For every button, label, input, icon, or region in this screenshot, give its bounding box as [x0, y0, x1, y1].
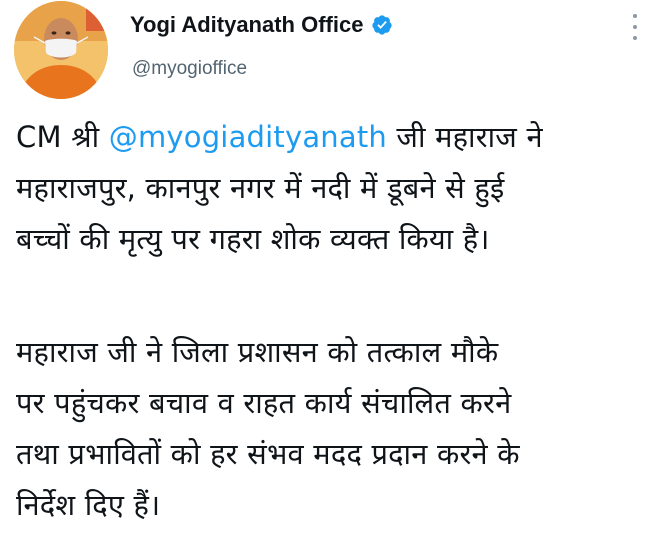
tweet-text-segment: जी महाराज ने: [387, 120, 543, 154]
tweet-line: बच्चों की मृत्यु पर गहरा शोक व्यक्त किया…: [16, 222, 490, 256]
author-name-row: Yogi Adityanath Office: [130, 12, 393, 38]
tweet-line: निर्देश दिए हैं।: [16, 488, 161, 522]
more-vertical-icon[interactable]: [626, 12, 644, 42]
profile-photo-icon: [14, 1, 108, 99]
tweet-line: CM श्री @myogiadityanath जी महाराज ने: [16, 112, 646, 163]
tweet-line: पर पहुंचकर बचाव व राहत कार्य संचालित करन…: [16, 386, 512, 420]
tweet-line: तथा प्रभावितों को हर संभव मदद प्रदान करन…: [16, 437, 520, 471]
mention-link[interactable]: @myogiadityanath: [109, 120, 387, 154]
tweet-line: महाराजपुर, कानपुर नगर में नदी में डूबने …: [16, 171, 505, 205]
tweet-card: Yogi Adityanath Office @myogioffice CM श…: [0, 0, 650, 540]
verified-badge-icon: [371, 14, 393, 36]
tweet-line: महाराज जी ने जिला प्रशासन को तत्काल मौके: [16, 335, 499, 369]
dot: [633, 25, 637, 29]
tweet-text: CM श्री @myogiadityanath जी महाराज ने मह…: [16, 112, 646, 531]
profile-avatar[interactable]: [14, 1, 108, 99]
dot: [633, 14, 637, 18]
author-handle[interactable]: @myogioffice: [132, 58, 247, 80]
tweet-text-segment: CM श्री: [16, 120, 109, 154]
author-display-name[interactable]: Yogi Adityanath Office: [130, 12, 363, 38]
dot: [633, 36, 637, 40]
